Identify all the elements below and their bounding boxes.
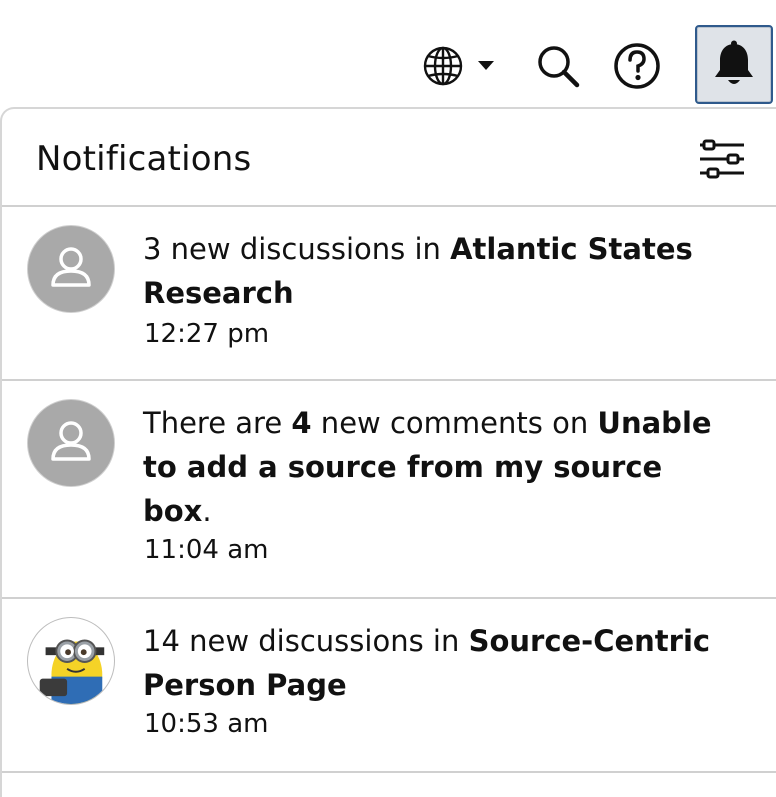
- user-icon: [51, 247, 91, 287]
- bell-icon: [715, 40, 753, 84]
- notifications-panel: Notifications 3 new discussions in Atlan…: [0, 107, 776, 797]
- user-icon: [51, 421, 91, 461]
- notification-time: 12:27 pm: [144, 319, 270, 349]
- notifications-header: Notifications: [2, 109, 776, 207]
- notification-item[interactable]: 3 new discussions in Atlantic States Res…: [2, 207, 776, 381]
- notification-message: 14 new discussions in Source-Centric Per…: [143, 624, 711, 702]
- globe-icon: [423, 46, 494, 86]
- panel-title: Notifications: [36, 139, 252, 179]
- avatar: [27, 399, 115, 487]
- notification-message: 3 new discussions in Atlantic States Res…: [143, 232, 693, 310]
- notification-item[interactable]: There are 4 new comments on Unable to ad…: [2, 381, 776, 599]
- top-toolbar: [0, 0, 776, 108]
- language-selector-button[interactable]: [418, 40, 502, 92]
- sliders-icon: [700, 139, 744, 179]
- search-icon: [538, 46, 580, 88]
- search-button[interactable]: [532, 40, 584, 92]
- notification-time: 11:04 am: [144, 535, 269, 565]
- minion-avatar-icon: [39, 639, 105, 704]
- notification-message: There are 4 new comments on Unable to ad…: [143, 406, 712, 528]
- avatar: [27, 617, 115, 705]
- notification-time: 10:53 am: [144, 709, 269, 739]
- notification-item[interactable]: 14 new discussions in Source-Centric Per…: [2, 599, 776, 773]
- help-button[interactable]: [610, 40, 664, 92]
- notification-settings-button[interactable]: [696, 137, 748, 181]
- avatar: [27, 225, 115, 313]
- caret-down-icon: [478, 61, 494, 70]
- help-circle-icon: [614, 43, 660, 89]
- notifications-button[interactable]: [695, 25, 773, 104]
